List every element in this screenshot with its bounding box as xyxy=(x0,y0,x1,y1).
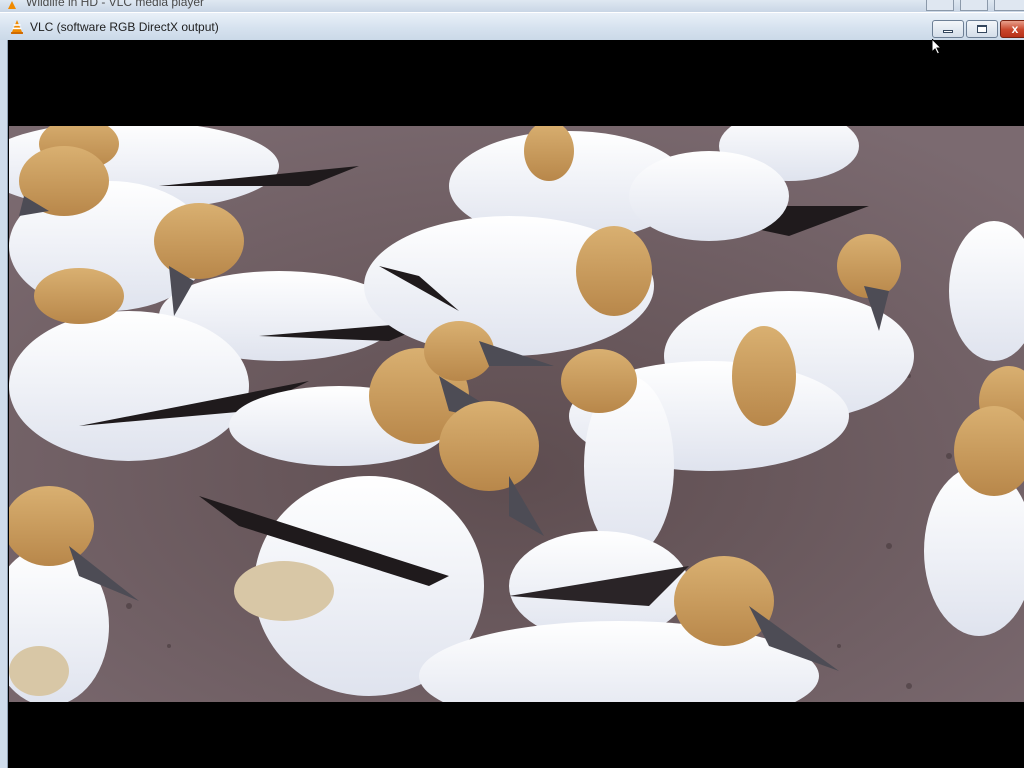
background-maximize-button[interactable] xyxy=(960,0,988,11)
window-titlebar[interactable]: VLC (software RGB DirectX output) x xyxy=(0,12,1024,40)
background-close-button[interactable] xyxy=(994,0,1024,11)
window-title: VLC (software RGB DirectX output) xyxy=(30,20,219,34)
maximize-button[interactable] xyxy=(966,20,998,38)
minimize-button[interactable] xyxy=(932,20,964,38)
background-minimize-button[interactable] xyxy=(926,0,954,11)
minimize-icon xyxy=(943,30,953,33)
close-icon: x xyxy=(1011,22,1019,36)
vlc-cone-icon xyxy=(8,1,16,9)
vlc-video-window: VLC (software RGB DirectX output) x xyxy=(0,12,1024,768)
video-frame[interactable] xyxy=(9,126,1024,702)
close-button[interactable]: x xyxy=(1000,20,1024,38)
gannet-colony-image xyxy=(9,126,1024,702)
video-output-area[interactable] xyxy=(8,40,1024,768)
background-window-title: Wildlife in HD - VLC media player xyxy=(26,0,205,9)
vlc-cone-icon xyxy=(11,20,23,34)
maximize-icon xyxy=(977,25,987,33)
window-left-border xyxy=(0,40,8,768)
mouse-cursor-icon xyxy=(932,39,942,55)
